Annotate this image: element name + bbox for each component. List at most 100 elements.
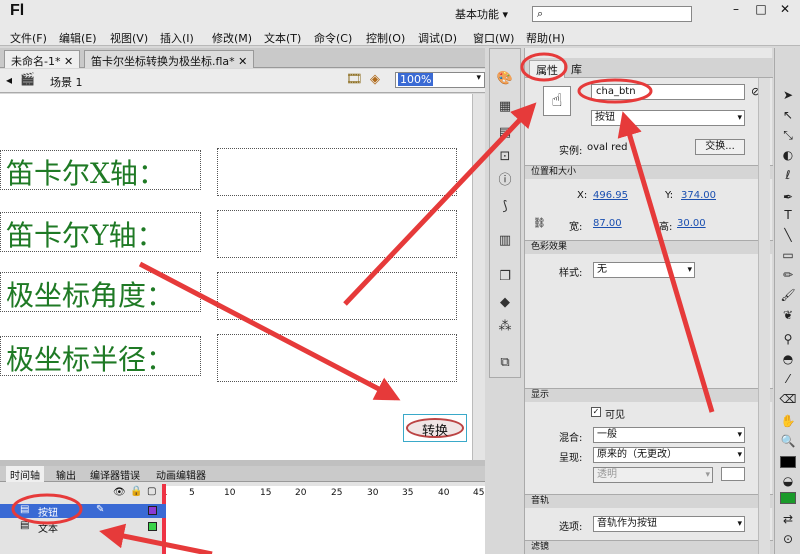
section-position-size[interactable]: 位置和大小	[525, 165, 773, 179]
tab-properties[interactable]: 属性	[529, 60, 565, 78]
width-value[interactable]: 87.00	[593, 218, 622, 229]
menu-file[interactable]: 文件(F)	[10, 30, 47, 46]
fill-color-swatch[interactable]	[780, 492, 796, 504]
3d-rotation-icon[interactable]: ◐	[779, 146, 797, 164]
input-cartesian-x[interactable]	[217, 148, 457, 196]
history-icon[interactable]: ⧉	[496, 355, 514, 371]
motion-presets-icon[interactable]: ◆	[496, 295, 514, 311]
menu-modify[interactable]: 修改(M)	[212, 30, 252, 46]
layer-row-text[interactable]: ▤ 文本	[0, 520, 166, 535]
pencil-tool-icon[interactable]: ✏	[779, 266, 797, 284]
edit-scene-icon[interactable]: 🎞	[346, 72, 363, 87]
info-icon[interactable]: ⓘ	[496, 173, 514, 189]
layer-row-button[interactable]: ▤ 按钮 ✎	[0, 504, 166, 519]
selection-tool-icon[interactable]: ➤	[779, 86, 797, 104]
components-icon[interactable]: ❐	[496, 269, 514, 285]
tab-compiler-errors[interactable]: 编译器错误	[86, 466, 144, 482]
layer-color[interactable]	[148, 506, 157, 515]
rectangle-tool-icon[interactable]: ▭	[779, 246, 797, 264]
library-icon[interactable]: ▥	[496, 233, 514, 249]
section-audio[interactable]: 音轨	[525, 494, 773, 508]
close-button[interactable]: ✕	[776, 2, 794, 16]
zoom-tool-icon[interactable]: 🔍	[779, 432, 797, 450]
visible-checkbox[interactable]: ✓	[591, 407, 601, 417]
swap-colors-icon[interactable]: ⇄	[779, 510, 797, 528]
snap-icon[interactable]: ⊙	[779, 530, 797, 548]
convert-button[interactable]: 转换	[403, 414, 467, 442]
minimize-button[interactable]: –	[727, 2, 745, 16]
section-color-effect[interactable]: 色彩效果	[525, 240, 773, 254]
tab-library[interactable]: 库	[565, 60, 588, 78]
eyedropper-icon[interactable]: ⁄	[779, 370, 797, 388]
tab-output[interactable]: 输出	[52, 466, 80, 482]
align-icon[interactable]: ▤	[496, 125, 514, 141]
text-tool-icon[interactable]: T	[779, 206, 797, 224]
layer-color[interactable]	[148, 522, 157, 531]
visible-label: 可见	[605, 410, 625, 421]
zoom-select[interactable]: 100% ▾	[395, 72, 485, 88]
menu-view[interactable]: 视图(V)	[110, 30, 148, 46]
button-symbol-icon: ☝	[543, 86, 571, 116]
eye-icon[interactable]: 👁	[113, 487, 126, 498]
tab-motion-editor[interactable]: 动画编辑器	[152, 466, 210, 482]
link-icon[interactable]: ⛓	[533, 218, 546, 229]
options-select[interactable]: 音轨作为按钮 ▾	[593, 516, 745, 532]
section-display[interactable]: 显示	[525, 388, 773, 402]
maximize-button[interactable]: □	[752, 2, 770, 16]
blend-select[interactable]: 一般 ▾	[593, 427, 745, 443]
code-snippets-icon[interactable]: ⟆	[496, 199, 514, 215]
properties-tabs: 属性 库	[525, 58, 773, 78]
menu-text[interactable]: 文本(T)	[264, 30, 301, 46]
y-value[interactable]: 374.00	[681, 190, 716, 201]
style-select[interactable]: 无 ▾	[593, 262, 695, 278]
swatches-icon[interactable]: ▦	[496, 99, 514, 115]
menu-edit[interactable]: 编辑(E)	[59, 30, 97, 46]
input-polar-radius[interactable]	[217, 334, 457, 382]
stage-canvas[interactable]: 笛卡尔X轴： 笛卡尔Y轴： 极坐标角度： 极坐标半径： 转换	[0, 94, 472, 460]
workspace-switcher[interactable]: 基本功能 ▾	[455, 6, 508, 22]
properties-scrollbar[interactable]	[758, 78, 770, 554]
render-select[interactable]: 原来的（无更改） ▾	[593, 447, 745, 463]
menu-insert[interactable]: 插入(I)	[160, 30, 194, 46]
tab-timeline[interactable]: 时间轴	[6, 466, 44, 482]
instance-name-input[interactable]: cha_btn	[591, 84, 745, 100]
subselection-tool-icon[interactable]: ↖	[779, 106, 797, 124]
input-polar-angle[interactable]	[217, 272, 457, 320]
lock-icon[interactable]: 🔒	[130, 486, 142, 497]
background-color-swatch[interactable]	[721, 467, 745, 481]
back-arrow-icon[interactable]: ◂	[6, 73, 12, 87]
pen-tool-icon[interactable]: ✒	[779, 188, 797, 206]
height-value[interactable]: 30.00	[677, 218, 706, 229]
color-palette-icon[interactable]: 🎨	[496, 71, 514, 87]
swap-button[interactable]: 交换...	[695, 139, 745, 155]
edit-symbol-icon[interactable]: ◈	[370, 72, 380, 87]
x-value[interactable]: 496.95	[593, 190, 628, 201]
hand-tool-icon[interactable]: ✋	[779, 412, 797, 430]
outline-icon[interactable]: ▢	[147, 486, 156, 497]
menu-control[interactable]: 控制(O)	[366, 30, 405, 46]
options-label: 选项:	[559, 522, 583, 533]
tab-untitled[interactable]: 未命名-1* ✕	[4, 50, 81, 68]
line-tool-icon[interactable]: ╲	[779, 226, 797, 244]
input-cartesian-y[interactable]	[217, 210, 457, 258]
stroke-color-swatch[interactable]	[780, 456, 796, 468]
menu-commands[interactable]: 命令(C)	[314, 30, 352, 46]
lasso-icon[interactable]: ℓ	[779, 166, 797, 184]
deco-tool-icon[interactable]: ❦	[779, 306, 797, 324]
section-filters[interactable]: 滤镜	[525, 540, 773, 554]
stage-scrollbar[interactable]	[472, 94, 485, 460]
brush-tool-icon[interactable]: 🖌	[779, 286, 797, 304]
symbol-type-select[interactable]: 按钮 ▾	[591, 110, 745, 126]
menu-help[interactable]: 帮助(H)	[526, 30, 565, 46]
movie-explorer-icon[interactable]: ⁂	[496, 319, 514, 335]
tab-fla-file[interactable]: 笛卡尔坐标转换为极坐标.fla* ✕	[84, 50, 255, 68]
menu-window[interactable]: 窗口(W)	[473, 30, 514, 46]
menu-debug[interactable]: 调试(D)	[418, 30, 457, 46]
search-input[interactable]: ⌕	[532, 6, 692, 22]
bone-tool-icon[interactable]: ⚲	[779, 330, 797, 348]
paint-bucket-icon[interactable]: ◓	[779, 350, 797, 368]
transform-icon[interactable]: ⊡	[496, 149, 514, 165]
playhead[interactable]	[162, 484, 166, 554]
free-transform-icon[interactable]: ⤡	[779, 126, 797, 144]
eraser-tool-icon[interactable]: ⌫	[779, 390, 797, 408]
